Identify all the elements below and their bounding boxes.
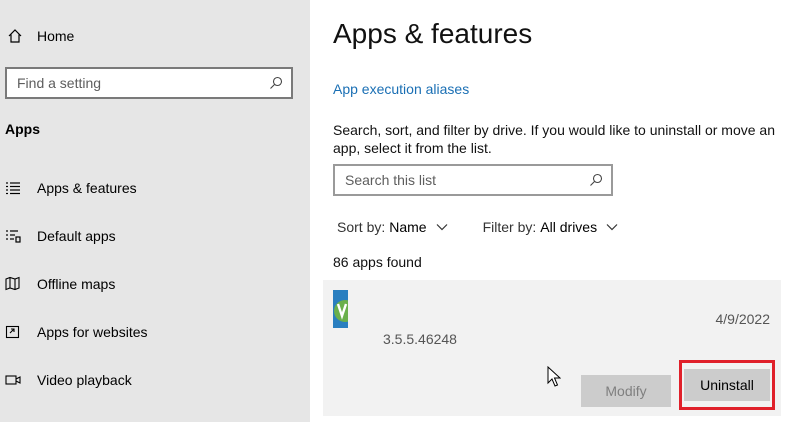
- sort-filter-row: Sort by: Name Filter by: All drives: [337, 219, 618, 235]
- main-content: Apps & features App execution aliases Se…: [310, 0, 804, 422]
- filter-value: All drives: [540, 219, 598, 235]
- chevron-down-icon: [606, 224, 618, 231]
- mouse-cursor-icon: [547, 366, 561, 387]
- sidebar-item-offline-maps[interactable]: Offline maps: [0, 271, 310, 297]
- sort-value: Name: [389, 219, 427, 235]
- sidebar-home-label: Home: [37, 28, 75, 44]
- uninstall-button-highlight[interactable]: Uninstall: [679, 360, 775, 410]
- sidebar-item-label: Apps for websites: [37, 324, 148, 340]
- search-icon[interactable]: [589, 173, 603, 187]
- app-list-item-selected[interactable]: 3.5.5.46248 4/9/2022 Modify Uninstall: [323, 280, 781, 416]
- sidebar-section-title: Apps: [5, 121, 40, 137]
- filter-label: Filter by:: [482, 219, 537, 235]
- sidebar-item-label: Offline maps: [37, 276, 116, 292]
- app-execution-aliases-link[interactable]: App execution aliases: [333, 81, 469, 97]
- sidebar: Home Apps Apps & features: [0, 0, 310, 422]
- app-version: 3.5.5.46248: [383, 331, 457, 347]
- app-install-date: 4/9/2022: [715, 311, 771, 327]
- sidebar-home[interactable]: Home: [0, 24, 74, 48]
- sidebar-item-video-playback[interactable]: Video playback: [0, 367, 310, 393]
- search-icon[interactable]: [269, 76, 283, 90]
- apps-count: 86 apps found: [333, 254, 422, 270]
- page-title: Apps & features: [333, 18, 533, 49]
- home-icon: [8, 29, 22, 43]
- app-logo-icon: [333, 290, 348, 328]
- offline-maps-icon: [5, 276, 20, 291]
- sidebar-item-label: Default apps: [37, 228, 116, 244]
- modify-button[interactable]: Modify: [581, 375, 671, 407]
- list-search-box[interactable]: [333, 164, 613, 196]
- list-search-input[interactable]: [335, 172, 575, 188]
- settings-search-box[interactable]: [5, 67, 293, 99]
- sidebar-item-default-apps[interactable]: Default apps: [0, 223, 310, 249]
- sort-label: Sort by:: [337, 219, 386, 235]
- sidebar-item-label: Apps & features: [37, 180, 137, 196]
- filter-dropdown[interactable]: Filter by: All drives: [483, 219, 618, 235]
- apps-features-icon: [6, 182, 20, 195]
- sidebar-item-label: Video playback: [37, 372, 132, 388]
- chevron-down-icon: [436, 224, 448, 231]
- video-playback-icon: [5, 375, 21, 385]
- sort-dropdown[interactable]: Sort by: Name: [337, 219, 448, 235]
- page-description: Search, sort, and filter by drive. If yo…: [333, 122, 775, 156]
- uninstall-button[interactable]: Uninstall: [684, 369, 770, 401]
- sidebar-item-apps-features[interactable]: Apps & features: [0, 175, 310, 201]
- apps-for-websites-icon: [5, 325, 20, 339]
- default-apps-icon: [6, 230, 21, 243]
- settings-search-input[interactable]: [7, 75, 257, 91]
- sidebar-item-apps-for-websites[interactable]: Apps for websites: [0, 319, 310, 345]
